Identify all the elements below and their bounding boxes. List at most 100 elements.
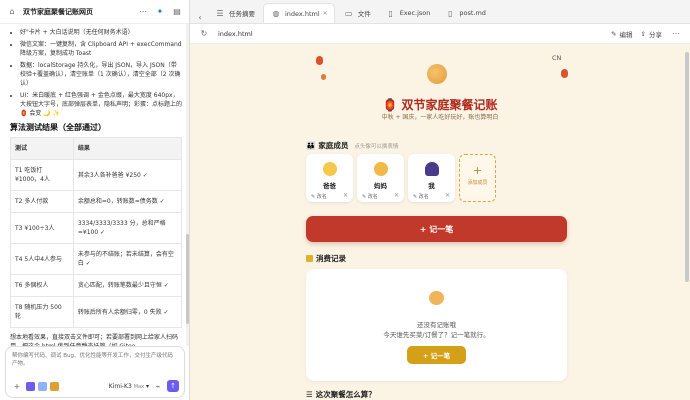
add-member-button[interactable]: + 添加成员 [459, 154, 496, 202]
empty-expenses-card: 还没有记账哦 今天谁先买菜/订餐了？记一笔就行。 + 记一笔 [306, 269, 567, 381]
sidebar-toggle-icon[interactable]: ▤ [171, 6, 183, 18]
table-cell: T2 多人付款 [10, 190, 74, 213]
more-icon[interactable]: ⋯ [670, 28, 682, 40]
expenses-heading: 消费记录 [316, 254, 346, 263]
chat-line: UI：米白暖底 + 红色强调 + 金色点缀，最大宽度 640px，大按钮大字号，… [20, 91, 182, 118]
vscode-icon[interactable]: ✦ [154, 6, 166, 18]
delete-icon[interactable]: ✕ [394, 192, 399, 199]
image-icon[interactable] [38, 381, 47, 391]
plus-icon[interactable]: + [11, 380, 23, 392]
tab-post-md[interactable]: ▯ post.md [438, 3, 492, 23]
edit-button[interactable]: ✎ 编辑 [611, 29, 632, 39]
tab-label: index.html [285, 9, 320, 18]
table-row: T4 5人中4人参与 未参与的不结账；若未结算，会有空白 ✓ [10, 243, 183, 275]
composer: + Kimi-K3 Max ▾ ⌁ ↑ [5, 346, 185, 398]
member-card-dad[interactable]: 爸爸 ✎ 改名 ✕ [306, 154, 353, 202]
share-label: 分享 [649, 30, 662, 39]
table-cell: T4 5人中4人参与 [10, 243, 74, 275]
table-cell: T1 吃饭打 ¥1000，4人 [10, 159, 74, 191]
chat-scroll-thumb[interactable] [186, 234, 189, 324]
web-preview: CN 🏮 双节家庭聚餐记账 中秋 + 国庆，一家人吃好玩好，账也算明白 👪 家庭… [190, 44, 690, 400]
file-icon: ▯ [388, 8, 393, 18]
tab-index-html[interactable]: ◍ index.html ✕ [263, 3, 335, 23]
refresh-icon[interactable]: ↻ [198, 28, 210, 40]
empty-title: 还没有记账哦 [417, 321, 456, 329]
send-button[interactable]: ↑ [167, 380, 179, 392]
mic-icon[interactable]: ⌁ [152, 380, 164, 392]
chat-messages: 好"卡片 + 大白话说明（无任何财务术语） 微信文案：一键复制，含 Clipbo… [0, 24, 190, 346]
app-title[interactable]: 🏮 双节家庭聚餐记账 [190, 96, 690, 113]
share-button[interactable]: ⇪ 分享 [641, 29, 662, 39]
avatar[interactable] [425, 162, 439, 176]
empty-record-button[interactable]: + 记一笔 [407, 346, 466, 364]
rename-label: 改名 [418, 194, 429, 200]
moon-icon [427, 64, 447, 84]
table-cell: T3 ¥100÷3人 [10, 212, 74, 244]
lantern-icon [316, 56, 323, 65]
table-cell: 余额总和=0，转账数=债务数 ✓ [72, 190, 183, 213]
tab-label: post.md [459, 9, 486, 17]
app-window: ⌂ 双节家庭聚餐记账网页 ⋯ ✦ ▤ 好"卡片 + 大白话说明（无任何财务术语）… [0, 0, 690, 400]
chat-pane: ⌂ 双节家庭聚餐记账网页 ⋯ ✦ ▤ 好"卡片 + 大白话说明（无任何财务术语）… [0, 0, 190, 400]
member-card-mom[interactable]: 妈妈 ✎ 改名 ✕ [357, 154, 404, 202]
member-card-me[interactable]: 我 ✎ 改名 ✕ [408, 154, 455, 202]
tab-bar: ‹ ☰ 任务摘要 ◍ index.html ✕ ▭ 文件 ▯ Exec.json ▯ pos… [190, 0, 690, 24]
table-row: T3 ¥100÷3人 3334/3333/3333 分，总和严格 =¥100 ✓ [10, 212, 183, 244]
globe-icon: ◍ [272, 9, 280, 18]
avatar[interactable] [323, 162, 337, 176]
composer-toolbar: + Kimi-K3 Max ▾ ⌁ ↑ [11, 380, 179, 392]
preview-scrollbar[interactable] [685, 44, 689, 400]
members-section-title: 👪 家庭成员 点头像可以换表情 [306, 140, 398, 151]
attach-icon[interactable] [26, 381, 35, 391]
chat-line: 数据：localStorage 持久化，导出 JSON，导入 JSON（带校验+… [20, 61, 182, 88]
family-icon: 👪 [306, 141, 316, 150]
table-row: T2 多人付款 余额总和=0，转账数=债务数 ✓ [10, 190, 183, 213]
composer-input[interactable] [12, 352, 178, 372]
table-cell: T8 随机压力 500 轮 [10, 296, 74, 328]
model-selector[interactable]: Kimi-K3 Max ▾ [109, 383, 149, 390]
delete-icon[interactable]: ✕ [445, 192, 450, 199]
avatar[interactable] [374, 162, 388, 176]
table-cell: 3334/3333/3333 分，总和严格 =¥100 ✓ [72, 212, 183, 244]
preview-scroll-thumb[interactable] [685, 52, 689, 282]
address-bar: ↻ index.html ✎ 编辑 ⇪ 分享 ⋯ [190, 24, 690, 44]
collapse-icon[interactable]: ‹ [194, 11, 206, 23]
record-expense-button[interactable]: + 记一笔 [306, 216, 567, 242]
empty-hint: 今天谁先买菜/订餐了？记一笔就行。 [383, 331, 490, 339]
close-icon[interactable]: ✕ [323, 10, 328, 17]
edit-label: 编辑 [619, 30, 633, 39]
results-heading: 算法测试结果（全部通过） [10, 123, 106, 132]
tab-exec-json[interactable]: ▯ Exec.json [379, 3, 437, 23]
app-subtitle: 中秋 + 国庆，一家人吃好玩好，账也算明白 [381, 114, 499, 121]
table-cell: 贪心匹配，转账笔数最少且守恒 ✓ [72, 274, 183, 297]
language-toggle[interactable]: CN [552, 54, 561, 62]
model-name: Kimi-K3 [108, 382, 132, 390]
rename-button[interactable]: ✎ 改名 [362, 193, 378, 200]
tab-summary[interactable]: ☰ 任务摘要 [208, 3, 261, 23]
member-name: 我 [428, 182, 435, 190]
rename-label: 改名 [367, 194, 378, 200]
more-icon[interactable]: ⋯ [137, 6, 149, 18]
receipt-icon [306, 255, 313, 262]
list-icon: ☰ [216, 8, 224, 18]
chat-title: 双节家庭聚餐记账网页 [23, 7, 93, 16]
delete-icon[interactable]: ✕ [343, 192, 348, 199]
tab-files[interactable]: ▭ 文件 [337, 3, 377, 23]
chat-line: 好"卡片 + 大白话说明（无任何财务术语） [20, 28, 182, 37]
rename-button[interactable]: ✎ 改名 [311, 193, 327, 200]
chat-line: 微信文案：一键复制，含 Clipboard API + execCommand … [20, 40, 182, 58]
table-cell: T6 多個权人 [10, 274, 74, 297]
faq-section-title: ☰ 这次聚餐怎么算？ [306, 389, 376, 400]
home-icon[interactable]: ⌂ [6, 6, 18, 18]
table-cell: 未参与的不结账；若未结算，会有空白 ✓ [72, 243, 183, 275]
file-icon: ▯ [448, 8, 453, 18]
edit-icon: ✎ [611, 29, 617, 38]
chat-scrollbar[interactable] [186, 24, 189, 346]
member-name: 妈妈 [374, 182, 387, 190]
tab-label: Exec.json [399, 9, 431, 17]
table-cell: 转账后所有人余额归零，0 失败 ✓ [72, 296, 183, 328]
url-text[interactable]: index.html [218, 30, 603, 38]
rename-button[interactable]: ✎ 改名 [413, 193, 429, 200]
model-mode: Max [133, 383, 145, 390]
tool-icon[interactable] [50, 381, 59, 391]
